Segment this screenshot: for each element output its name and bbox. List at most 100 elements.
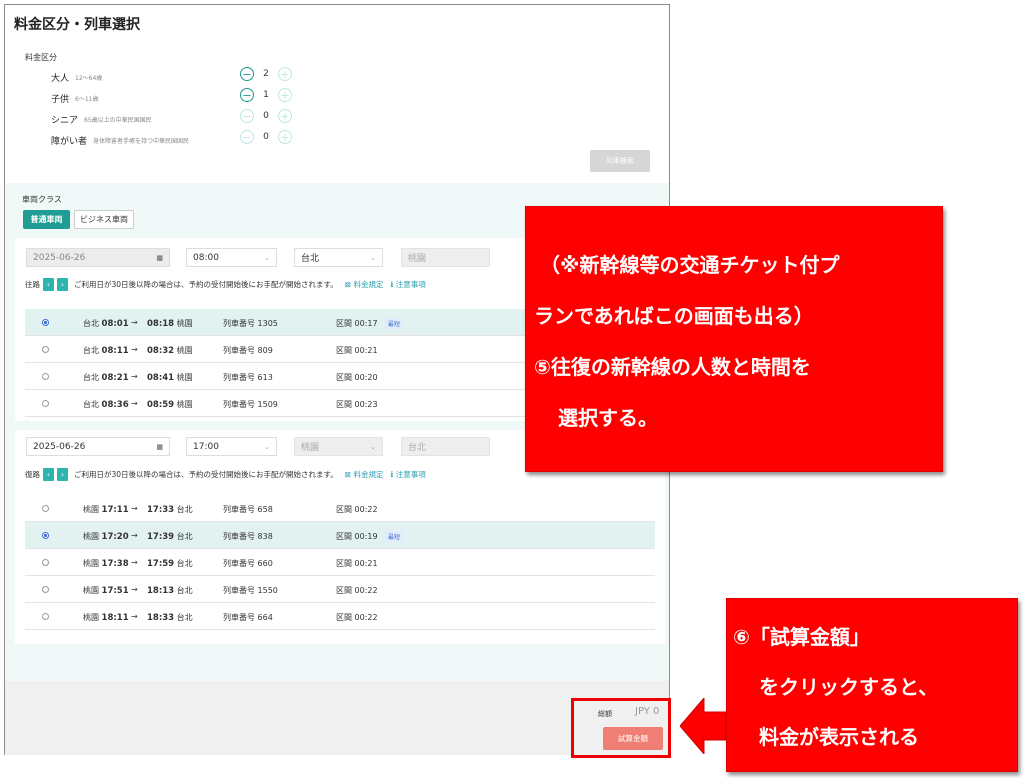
- outbound-info-row: 往路 ‹ › ご利用日が30日後以降の場合は、予約の受付開始後にお手配が開始され…: [25, 277, 426, 291]
- train-radio[interactable]: [42, 613, 49, 620]
- prev-day-button[interactable]: ‹: [43, 467, 54, 481]
- senior-stepper: − 0 +: [240, 109, 292, 123]
- from-station: 桃園: [83, 532, 99, 541]
- adult-count: 2: [263, 69, 269, 79]
- train-number: 列車番号 838: [223, 532, 273, 541]
- next-day-button[interactable]: ›: [57, 277, 68, 291]
- minus-circle-icon[interactable]: −: [240, 88, 254, 102]
- train-radio[interactable]: [42, 586, 49, 593]
- minus-circle-icon[interactable]: −: [240, 67, 254, 81]
- screenshot-stage: 料金区分・列車選択 料金区分 大人 12～64歳 − 2 + 子供 6～11歳 …: [0, 0, 1024, 778]
- train-row[interactable]: 桃園 17:51 → 18:13 台北 列車番号 1550 区間 00:22: [25, 576, 655, 603]
- dep-time: 17:20: [101, 532, 129, 542]
- train-radio[interactable]: [42, 505, 49, 512]
- train-radio[interactable]: [42, 400, 49, 407]
- tab-business-car[interactable]: ビジネス車両: [74, 210, 134, 229]
- fare-name: 子供: [51, 94, 70, 105]
- senior-count: 0: [263, 111, 269, 121]
- train-row[interactable]: 桃園 17:11 → 17:33 台北 列車番号 658 区間 00:22: [25, 495, 655, 522]
- from-station: 桃園: [83, 559, 99, 568]
- fare-name: シニア: [51, 115, 79, 126]
- date-value: 2025-06-26: [33, 252, 86, 263]
- train-radio[interactable]: [42, 532, 49, 539]
- return-time-select[interactable]: 17:00 ⌄: [186, 437, 277, 456]
- tab-standard-car[interactable]: 普通車両: [23, 210, 70, 229]
- plus-circle-icon[interactable]: +: [278, 67, 292, 81]
- duration: 区間 00:23: [336, 400, 378, 409]
- train-radio[interactable]: [42, 373, 49, 380]
- time-value: 17:00: [193, 441, 219, 452]
- next-day-button[interactable]: ›: [57, 467, 68, 481]
- to-station: 桃園: [176, 373, 193, 382]
- dep-time: 17:51: [101, 586, 129, 596]
- train-number: 列車番号 660: [223, 559, 273, 568]
- callout-line: 料金が表示される: [759, 725, 919, 749]
- callout-line: （※新幹線等の交通チケット付プ: [540, 253, 840, 277]
- fare-rule-link[interactable]: ⊠ 料金規定: [345, 469, 384, 480]
- arrow-right-icon: →: [131, 558, 138, 567]
- outbound-from-select[interactable]: 台北 ⌄: [294, 248, 383, 267]
- calendar-icon: ▦: [156, 253, 163, 262]
- notes-link[interactable]: ℹ 注意事項: [390, 469, 425, 480]
- from-station: 台北: [83, 346, 99, 355]
- train-row[interactable]: 桃園 18:11 → 18:33 台北 列車番号 664 区間 00:22: [25, 603, 655, 630]
- to-station: 台北: [176, 613, 193, 622]
- train-radio[interactable]: [42, 346, 49, 353]
- arrow-right-icon: →: [131, 318, 138, 327]
- callout-line: をクリックすると、: [759, 675, 939, 699]
- disabled-count: 0: [263, 132, 269, 142]
- from-station: 桃園: [83, 505, 99, 514]
- train-row[interactable]: 桃園 17:38 → 17:59 台北 列車番号 660 区間 00:21: [25, 549, 655, 576]
- arrow-right-icon: →: [131, 531, 138, 540]
- train-row[interactable]: 桃園 17:20 → 17:39 台北 列車番号 838 区間 00:19 最短: [25, 522, 655, 549]
- train-search-button[interactable]: 列車検索: [590, 150, 650, 172]
- notes-link[interactable]: ℹ 注意事項: [390, 279, 425, 290]
- train-radio[interactable]: [42, 319, 49, 326]
- notes-link-label: 注意事項: [395, 279, 426, 289]
- notes-link-label: 注意事項: [395, 469, 426, 479]
- plus-circle-icon[interactable]: +: [278, 130, 292, 144]
- plus-circle-icon[interactable]: +: [278, 109, 292, 123]
- time-value: 08:00: [193, 252, 219, 263]
- return-date-field[interactable]: 2025-06-26 ▦: [26, 437, 170, 456]
- minus-circle-icon[interactable]: −: [240, 109, 254, 123]
- arrow-left-icon: [680, 698, 726, 754]
- arr-time: 08:18: [147, 319, 175, 329]
- arr-time: 17:33: [147, 505, 175, 515]
- train-number: 列車番号 1550: [223, 586, 278, 595]
- train-number: 列車番号 809: [223, 346, 273, 355]
- from-station: 台北: [83, 319, 99, 328]
- train-radio[interactable]: [42, 559, 49, 566]
- to-station: 桃園: [176, 400, 193, 409]
- plus-circle-icon[interactable]: +: [278, 88, 292, 102]
- from-station: 台北: [83, 400, 99, 409]
- duration: 区間 00:20: [336, 373, 378, 382]
- train-number: 列車番号 658: [223, 505, 273, 514]
- duration: 区間 00:17: [336, 319, 378, 328]
- fastest-badge: 最短: [385, 318, 404, 329]
- minus-circle-icon[interactable]: −: [240, 130, 254, 144]
- arr-time: 17:59: [147, 559, 175, 569]
- to-station: 台北: [176, 505, 193, 514]
- callout-line: ⑥「試算金額」: [733, 625, 870, 649]
- dep-time: 08:01: [101, 319, 129, 329]
- to-station: 台北: [176, 559, 193, 568]
- fare-rule-link[interactable]: ⊠ 料金規定: [345, 279, 384, 290]
- arr-time: 18:33: [147, 613, 175, 623]
- to-station: 桃園: [176, 346, 193, 355]
- arr-time: 17:39: [147, 532, 175, 542]
- prev-day-button[interactable]: ‹: [43, 277, 54, 291]
- chevron-down-icon: ⌄: [264, 253, 270, 262]
- to-station: 桃園: [176, 319, 193, 328]
- outbound-date-field[interactable]: 2025-06-26 ▦: [26, 248, 170, 267]
- callout-step5: （※新幹線等の交通チケット付プ ランであればこの画面も出る） ⑤往復の新幹線の人…: [525, 206, 943, 472]
- to-station: 台北: [176, 532, 193, 541]
- callout-line: 選択する。: [558, 406, 658, 430]
- fare-name: 障がい者: [51, 136, 88, 147]
- dep-time: 08:11: [101, 346, 129, 356]
- fare-note: 6～11歳: [75, 95, 99, 103]
- fare-name: 大人: [51, 73, 70, 84]
- arrow-right-icon: →: [131, 372, 138, 381]
- duration: 区間 00:22: [336, 613, 378, 622]
- outbound-time-select[interactable]: 08:00 ⌄: [186, 248, 277, 267]
